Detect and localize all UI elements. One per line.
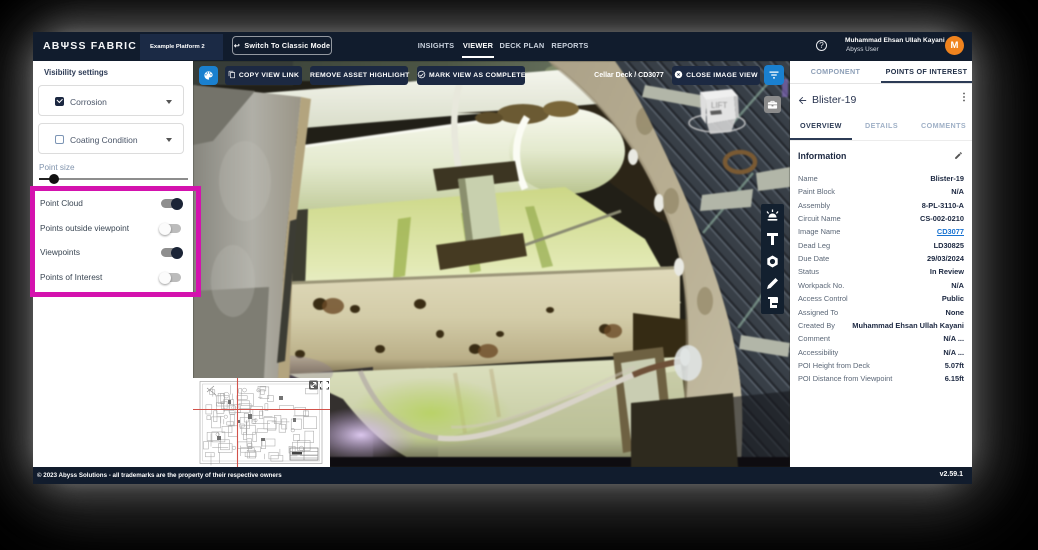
svg-text:LIFT: LIFT bbox=[711, 101, 728, 110]
